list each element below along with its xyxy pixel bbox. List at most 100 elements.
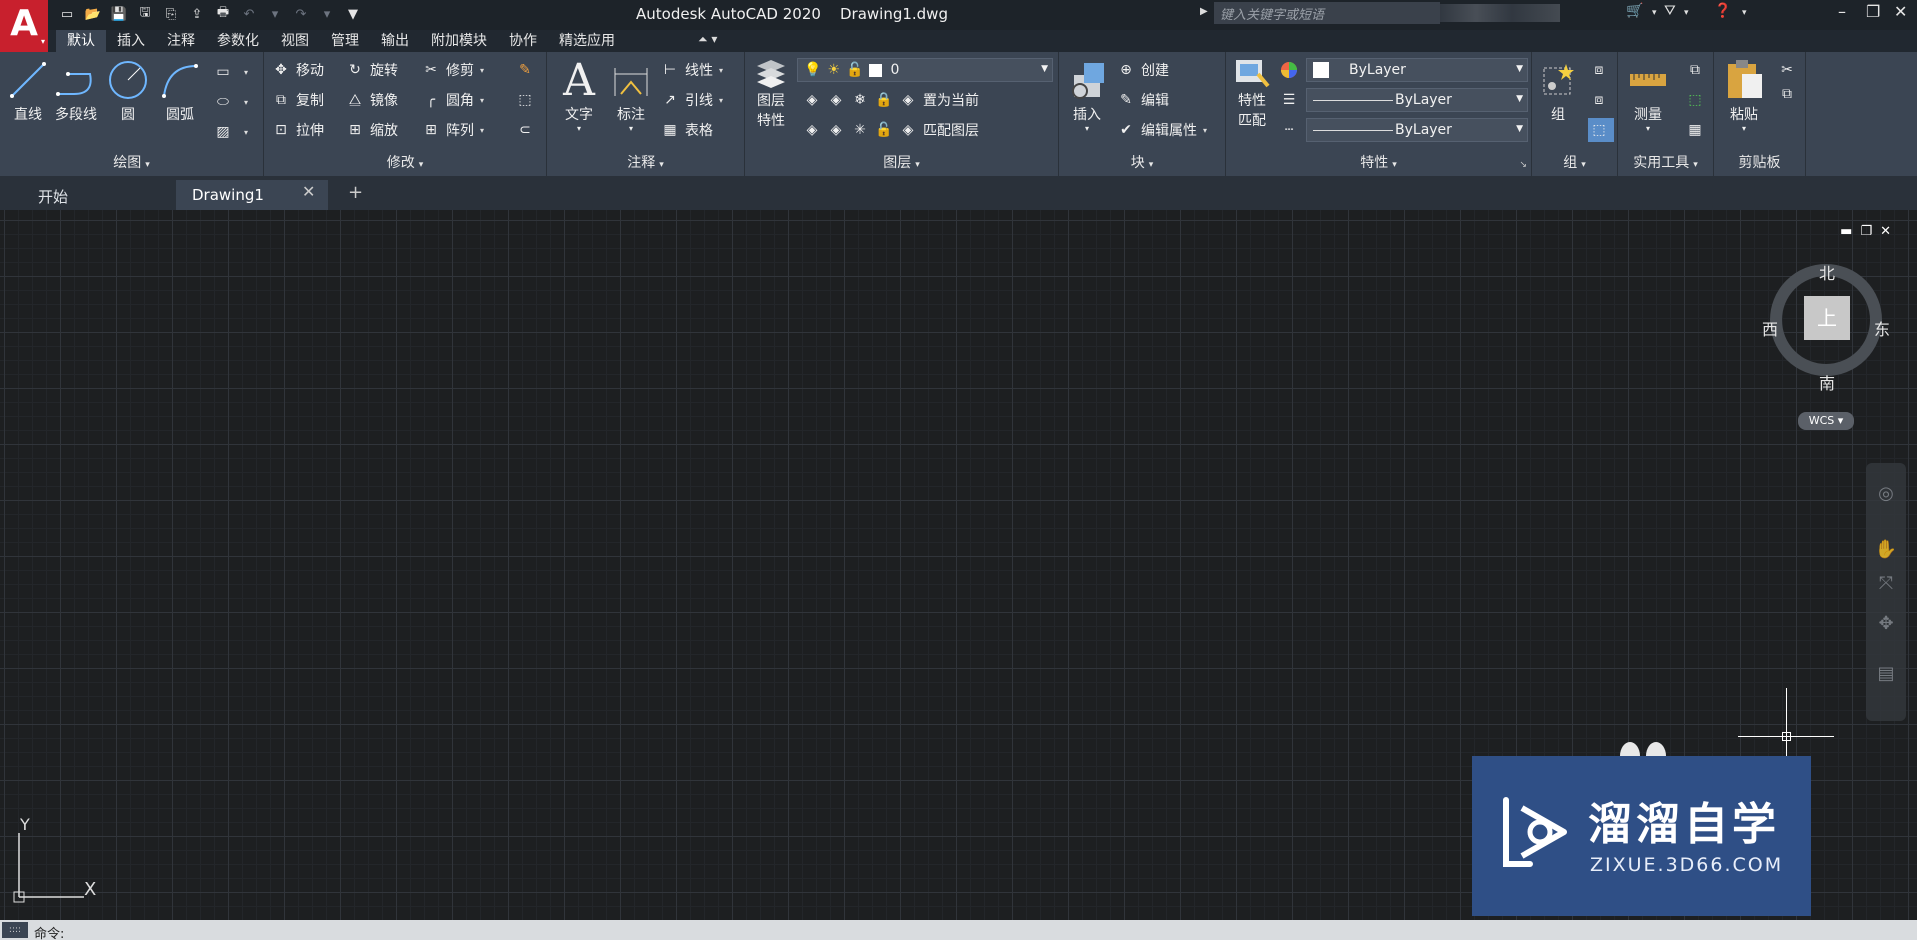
tab-insert[interactable]: 插入	[106, 30, 156, 52]
insert-block-button[interactable]: 插入 ▾	[1061, 56, 1113, 133]
ribbon-minimize-icon[interactable]: ⏶ ▾	[698, 32, 717, 47]
layer-on-button[interactable]: ◈	[801, 118, 827, 142]
leader-dropdown-icon[interactable]: ▾	[719, 96, 723, 105]
group-selection-button[interactable]: ⬚	[1588, 118, 1614, 142]
layer-isolate-button[interactable]: ◈	[825, 88, 851, 112]
erase-button[interactable]: ✎	[514, 58, 540, 82]
line-button[interactable]: 直线	[2, 56, 54, 124]
search-expand-icon[interactable]: ▶	[1200, 6, 1208, 17]
wcs-menu[interactable]: WCS ▾	[1798, 412, 1854, 430]
viewcube-top-face[interactable]: 上	[1804, 296, 1850, 340]
compass-south[interactable]: 南	[1819, 370, 1835, 394]
command-line[interactable]: :::: 命令:	[0, 920, 1917, 940]
layer-lock-button[interactable]: 🔒	[873, 88, 899, 112]
help-dropdown-icon[interactable]: ▾	[1742, 8, 1747, 18]
viewport-close-icon[interactable]: ✕	[1880, 224, 1899, 239]
scale-button[interactable]: ⊞ 缩放	[344, 118, 398, 142]
viewport-restore-icon[interactable]: ❐	[1860, 224, 1880, 239]
properties-dialog-launcher-icon[interactable]: ↘	[1519, 160, 1527, 170]
utilities-panel-title[interactable]: 实用工具 ▾	[1618, 153, 1713, 173]
leader-button[interactable]: ↗ 引线 ▾	[659, 88, 723, 112]
redo-dropdown-icon[interactable]: ▾	[316, 3, 338, 25]
cart-dropdown-icon[interactable]: ▾	[1652, 8, 1657, 18]
rotate-button[interactable]: ↻ 旋转	[344, 58, 398, 82]
zoom-extents-icon[interactable]: ⤧	[1874, 573, 1898, 597]
save-icon[interactable]: 💾	[108, 3, 130, 25]
modify-panel-title[interactable]: 修改 ▾	[264, 153, 546, 173]
polyline-button[interactable]: 多段线	[50, 56, 102, 124]
layer-dropdown[interactable]: 💡 ☀ 🔓 0 ▼	[797, 58, 1053, 82]
plot-icon[interactable]: 🖶	[212, 3, 234, 25]
linear-button[interactable]: ⊢ 线性 ▾	[659, 58, 723, 82]
copy-clip-button[interactable]: ⧉	[1776, 82, 1802, 106]
new-file-icon[interactable]: ▭	[56, 3, 78, 25]
copy-button[interactable]: ⧉ 复制	[270, 88, 324, 112]
open-file-icon[interactable]: 📂	[82, 3, 104, 25]
layer-off-button[interactable]: ◈	[801, 88, 827, 112]
array-dropdown-icon[interactable]: ▾	[480, 126, 484, 135]
new-tab-icon[interactable]: +	[348, 182, 363, 203]
tab-parametric[interactable]: 参数化	[206, 30, 270, 52]
cut-button[interactable]: ✂	[1776, 58, 1802, 82]
save-as-icon[interactable]: 🖫	[134, 3, 156, 25]
move-button[interactable]: ✥ 移动	[270, 58, 324, 82]
connect-icon[interactable]: ⛛	[1664, 3, 1676, 19]
layer-unlock-button[interactable]: 🔓	[873, 118, 899, 142]
hatch-dropdown-icon[interactable]: ▾	[244, 128, 248, 137]
layer-properties-button[interactable]: 图层 特性	[745, 56, 797, 130]
connect-dropdown-icon[interactable]: ▾	[1684, 8, 1689, 18]
dimension-button[interactable]: 标注 ▾	[605, 56, 657, 133]
steering-wheel-icon[interactable]: ◎	[1874, 483, 1898, 507]
draw-panel-title[interactable]: 绘图 ▾	[0, 153, 263, 173]
linear-dropdown-icon[interactable]: ▾	[719, 66, 723, 75]
tab-output[interactable]: 输出	[370, 30, 420, 52]
ucs-icon[interactable]: Y X	[12, 815, 102, 905]
edit-attributes-dropdown-icon[interactable]: ▾	[1203, 126, 1207, 135]
trim-dropdown-icon[interactable]: ▾	[480, 66, 484, 75]
color-dropdown[interactable]: ByLayer ▼	[1306, 58, 1528, 82]
undo-dropdown-icon[interactable]: ▾	[264, 3, 286, 25]
tab-featured-apps[interactable]: 精选应用	[548, 30, 626, 52]
showmotion-icon[interactable]: ▤	[1874, 663, 1898, 687]
compass-east[interactable]: 东	[1874, 316, 1890, 340]
linetype-icon-button[interactable]: ┄	[1278, 118, 1304, 142]
quick-select-button[interactable]: ⧉	[1684, 58, 1710, 82]
pan-icon[interactable]: ✋	[1874, 539, 1898, 563]
tab-manage[interactable]: 管理	[320, 30, 370, 52]
ellipse-button[interactable]: ⬭ ▾	[212, 90, 248, 114]
tab-addins[interactable]: 附加模块	[420, 30, 498, 52]
customize-qat-icon[interactable]: ▼	[342, 3, 364, 25]
ellipse-dropdown-icon[interactable]: ▾	[244, 98, 248, 107]
groups-panel-title[interactable]: 组 ▾	[1532, 153, 1617, 173]
group-edit-button[interactable]: ⧈	[1588, 88, 1614, 112]
layers-panel-title[interactable]: 图层 ▾	[745, 153, 1058, 173]
rectangle-dropdown-icon[interactable]: ▾	[244, 68, 248, 77]
help-icon[interactable]: ❓	[1714, 3, 1731, 19]
select-all-button[interactable]: ⬚	[1684, 88, 1710, 112]
undo-icon[interactable]: ↶	[238, 3, 260, 25]
match-properties-button[interactable]: 特性 匹配	[1226, 56, 1278, 130]
application-menu-button[interactable]: A ▾	[0, 0, 48, 52]
close-icon[interactable]: ✕	[1894, 2, 1907, 21]
fillet-dropdown-icon[interactable]: ▾	[480, 96, 484, 105]
compass-north[interactable]: 北	[1819, 260, 1835, 284]
compass-west[interactable]: 西	[1762, 316, 1778, 340]
search-input[interactable]: 键入关键字或短语	[1214, 2, 1440, 24]
hatch-button[interactable]: ▨ ▾	[212, 120, 248, 144]
array-button[interactable]: ⊞ 阵列 ▾	[420, 118, 484, 142]
minimize-icon[interactable]: –	[1838, 2, 1846, 21]
calculator-button[interactable]: ▦	[1684, 118, 1710, 142]
layer-unisolate-button[interactable]: ◈	[825, 118, 851, 142]
offset-button[interactable]: ⊂	[514, 118, 540, 142]
properties-panel-title[interactable]: 特性 ▾	[1226, 153, 1531, 173]
rectangle-button[interactable]: ▭ ▾	[212, 60, 248, 84]
linetype-dropdown[interactable]: ByLayer ▼	[1306, 88, 1528, 112]
measure-button[interactable]: 测量 ▾	[1622, 56, 1674, 133]
tab-annotate[interactable]: 注释	[156, 30, 206, 52]
redo-icon[interactable]: ↷	[290, 3, 312, 25]
stretch-button[interactable]: ⊡ 拉伸	[270, 118, 324, 142]
layer-freeze-button[interactable]: ❄	[849, 88, 875, 112]
command-line-grip-icon[interactable]: ::::	[2, 922, 28, 938]
layer-thaw-button[interactable]: ✳	[849, 118, 875, 142]
tab-start[interactable]: 开始	[22, 180, 172, 210]
